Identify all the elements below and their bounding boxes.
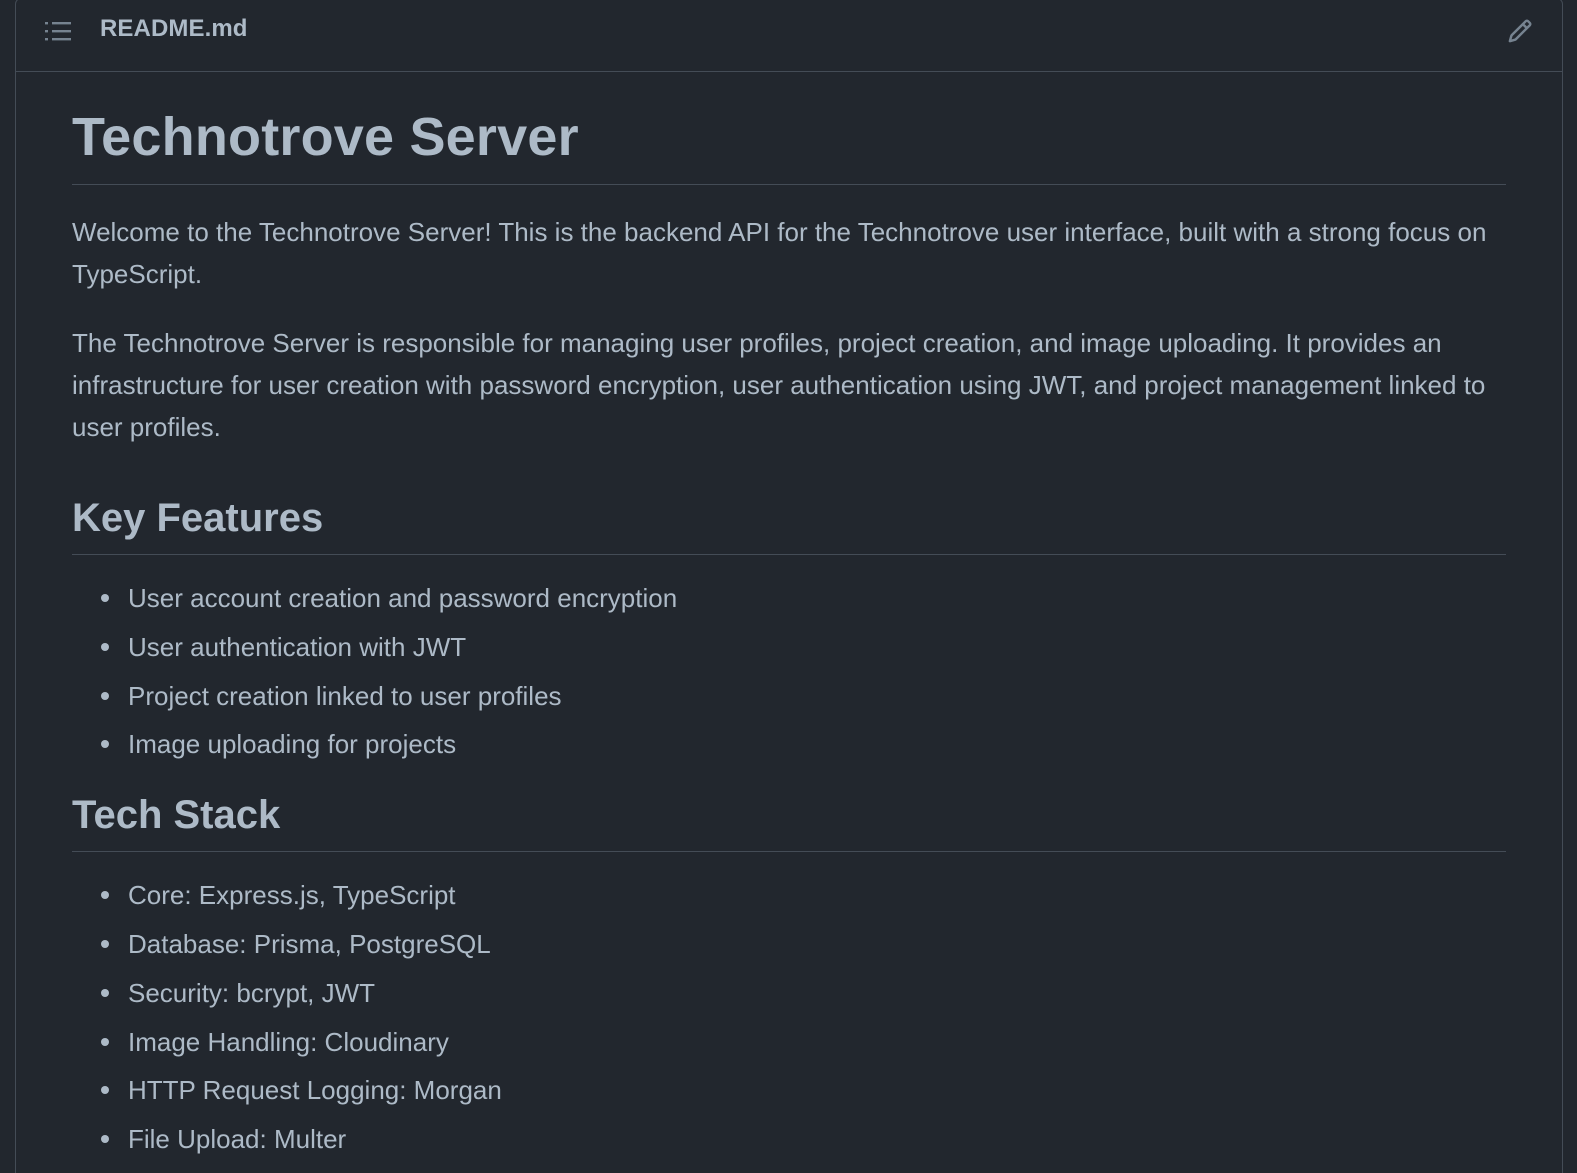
list-item: Core: Express.js, TypeScript xyxy=(100,878,1506,912)
list-item: Image uploading for projects xyxy=(100,727,1506,761)
tech-stack-heading: Tech Stack xyxy=(72,791,1506,853)
key-features-list: User account creation and password encry… xyxy=(72,581,1506,761)
readme-header: README.md xyxy=(16,0,1562,72)
list-item: Image Handling: Cloudinary xyxy=(100,1025,1506,1059)
list-item: Security: bcrypt, JWT xyxy=(100,976,1506,1010)
table-of-contents-button[interactable] xyxy=(44,17,72,45)
list-item: User authentication with JWT xyxy=(100,630,1506,664)
tech-stack-list: Core: Express.js, TypeScript Database: P… xyxy=(72,878,1506,1155)
list-item: User account creation and password encry… xyxy=(100,581,1506,615)
readme-panel: README.md Technotrove Server Welcome to … xyxy=(15,0,1563,1173)
readme-content: Technotrove Server Welcome to the Techno… xyxy=(16,107,1562,1156)
key-features-heading: Key Features xyxy=(72,494,1506,556)
list-item: File Upload: Multer xyxy=(100,1122,1506,1156)
readme-title: Technotrove Server xyxy=(72,107,1506,186)
description-paragraph: The Technotrove Server is responsible fo… xyxy=(72,328,1486,443)
file-name: README.md xyxy=(100,15,248,42)
list-unordered-icon xyxy=(45,22,71,41)
list-item: HTTP Request Logging: Morgan xyxy=(100,1073,1506,1107)
edit-file-button[interactable] xyxy=(1504,15,1536,47)
pencil-icon xyxy=(1508,19,1532,43)
list-item: Project creation linked to user profiles xyxy=(100,679,1506,713)
list-item: Database: Prisma, PostgreSQL xyxy=(100,927,1506,961)
intro-paragraph: Welcome to the Technotrove Server! This … xyxy=(72,217,1487,290)
